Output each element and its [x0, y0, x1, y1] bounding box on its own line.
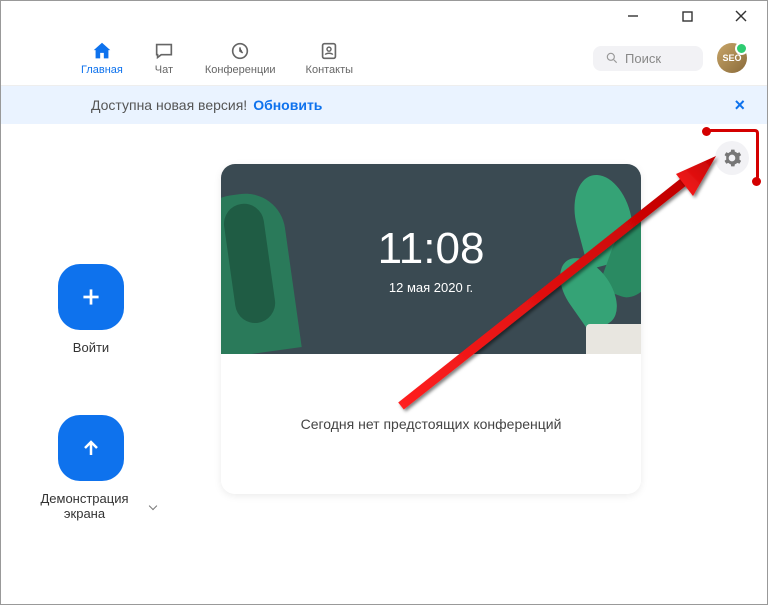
gear-icon — [722, 148, 742, 168]
tab-contacts[interactable]: Контакты — [306, 40, 354, 76]
banner-close-button[interactable]: × — [734, 95, 745, 116]
clock-time: 11:08 — [378, 224, 485, 274]
card-body: Сегодня нет предстоящих конференций — [221, 354, 641, 494]
maximize-button[interactable] — [669, 4, 705, 28]
tab-home[interactable]: Главная — [81, 40, 123, 76]
search-placeholder: Поиск — [625, 51, 661, 66]
tab-home-label: Главная — [81, 64, 123, 76]
search-input[interactable]: Поиск — [593, 46, 703, 71]
avatar[interactable]: SEO — [717, 43, 747, 73]
action-share: Демонстрация экрана — [26, 415, 156, 521]
window-titlebar — [1, 1, 767, 31]
tab-contacts-label: Контакты — [306, 64, 354, 76]
clock-icon — [229, 40, 251, 62]
schedule-card: 11:08 12 мая 2020 г. Сегодня нет предсто… — [221, 164, 641, 494]
plant-decoration — [221, 189, 302, 354]
search-icon — [605, 51, 619, 65]
join-label: Войти — [73, 340, 109, 355]
chevron-down-icon[interactable] — [149, 502, 157, 510]
contacts-icon — [318, 40, 340, 62]
minimize-button[interactable] — [615, 4, 651, 28]
arrow-up-icon — [79, 436, 103, 460]
action-join: Войти — [26, 264, 156, 355]
sidebar: Войти Демонстрация экрана — [1, 124, 181, 604]
top-navigation: Главная Чат Конференции Контакты Поиск S… — [1, 31, 767, 86]
tab-meetings-label: Конференции — [205, 64, 276, 76]
card-header: 11:08 12 мая 2020 г. — [221, 164, 641, 354]
tab-chat-label: Чат — [155, 64, 173, 76]
main-area: 11:08 12 мая 2020 г. Сегодня нет предсто… — [181, 124, 767, 604]
banner-message: Доступна новая версия! — [91, 97, 247, 113]
tab-chat[interactable]: Чат — [153, 40, 175, 76]
chat-icon — [153, 40, 175, 62]
settings-button[interactable] — [715, 141, 749, 175]
share-label: Демонстрация экрана — [26, 491, 156, 521]
banner-update-link[interactable]: Обновить — [253, 97, 322, 113]
join-button[interactable] — [58, 264, 124, 330]
plant-decoration — [546, 164, 641, 354]
plus-icon — [78, 284, 104, 310]
share-button[interactable] — [58, 415, 124, 481]
empty-schedule-text: Сегодня нет предстоящих конференций — [301, 416, 562, 432]
close-window-button[interactable] — [723, 4, 759, 28]
clock-date: 12 мая 2020 г. — [389, 280, 473, 295]
tab-meetings[interactable]: Конференции — [205, 40, 276, 76]
update-banner: Доступна новая версия! Обновить × — [1, 86, 767, 124]
home-icon — [91, 40, 113, 62]
